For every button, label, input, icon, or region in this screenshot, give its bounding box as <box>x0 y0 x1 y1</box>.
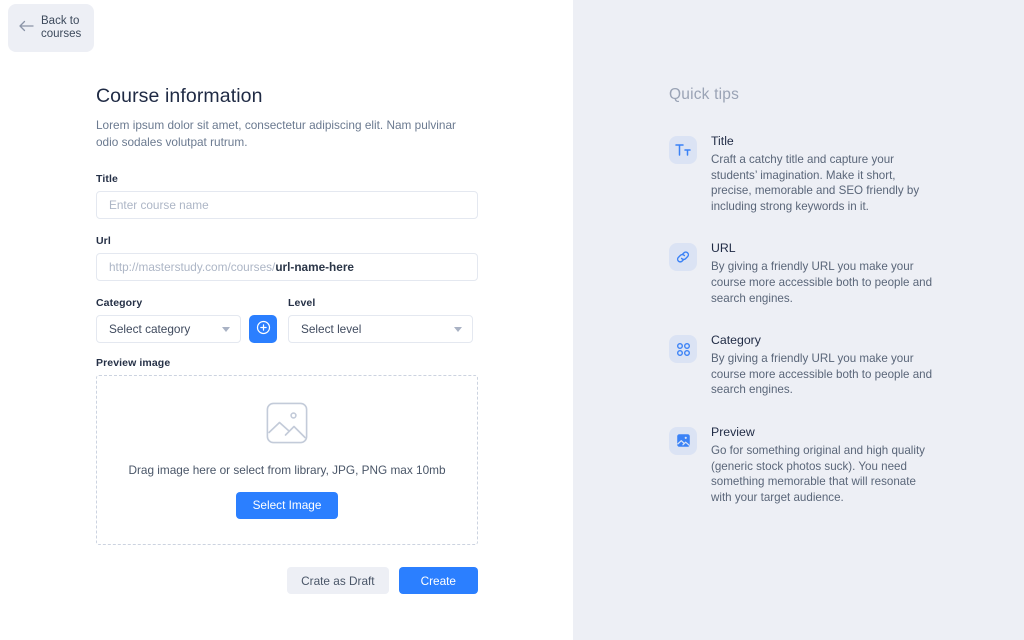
level-select-value: Select level <box>301 322 362 336</box>
quick-tips-list: Quick tips Title Craft a catchy title an… <box>669 86 939 532</box>
back-to-courses-label: Back to courses <box>41 15 82 40</box>
save-as-draft-button[interactable]: Crate as Draft <box>287 567 389 594</box>
text-format-icon <box>669 136 697 164</box>
level-field: Level Select level <box>288 297 473 343</box>
preview-image-label: Preview image <box>96 357 171 369</box>
preview-image-dropzone[interactable]: Drag image here or select from library, … <box>96 375 478 545</box>
tip-item-url: URL By giving a friendly URL you make yo… <box>669 241 939 306</box>
grid-dots-icon <box>669 335 697 364</box>
create-course-page: Back to courses Course information Lorem… <box>0 0 1024 640</box>
title-field-label: Title <box>96 173 118 185</box>
tip-preview-heading: Preview <box>711 424 755 439</box>
category-select[interactable]: Select category <box>96 315 241 343</box>
tip-url-heading: URL <box>711 241 736 256</box>
quick-tips-heading: Quick tips <box>669 86 740 103</box>
tip-title-text: Craft a catchy title and capture your st… <box>711 153 920 213</box>
page-description: Lorem ipsum dolor sit amet, consectetur … <box>96 118 456 149</box>
tip-category-text: By giving a friendly URL you make your c… <box>711 352 933 397</box>
link-icon <box>669 243 697 272</box>
chevron-down-icon <box>454 326 462 332</box>
tip-item-category: Category By giving a friendly URL you ma… <box>669 333 939 398</box>
page-title: Course information <box>96 85 263 107</box>
title-input[interactable] <box>96 191 478 219</box>
category-level-row: Category Select category Level Select le… <box>96 297 478 343</box>
select-image-button[interactable]: Select Image <box>235 491 339 519</box>
url-input[interactable]: http://masterstudy.com/courses/url-name-… <box>96 253 478 281</box>
course-information-form: Course information Lorem ipsum dolor sit… <box>96 85 478 594</box>
url-placeholder-slug: url-name-here <box>275 260 354 274</box>
url-placeholder-prefix: http://masterstudy.com/courses/ <box>109 260 276 274</box>
tip-item-preview: Preview Go for something original and hi… <box>669 425 939 505</box>
tip-item-title: Title Craft a catchy title and capture y… <box>669 134 939 214</box>
back-to-courses-button[interactable]: Back to courses <box>8 4 94 52</box>
chevron-down-icon <box>222 326 230 332</box>
url-field-label: Url <box>96 235 111 247</box>
arrow-left-icon <box>18 19 34 37</box>
create-button[interactable]: Create <box>398 567 478 594</box>
form-pane: Back to courses Course information Lorem… <box>0 0 573 640</box>
category-field: Category Select category <box>96 297 241 343</box>
tip-preview-text: Go for something original and high quali… <box>711 443 925 504</box>
add-category-button[interactable] <box>249 315 277 343</box>
quick-tips-pane: Quick tips Title Craft a catchy title an… <box>573 0 1024 640</box>
tip-url-text: By giving a friendly URL you make your c… <box>711 260 933 305</box>
plus-circle-icon <box>256 320 271 338</box>
tip-title-heading: Title <box>711 134 734 148</box>
category-select-value: Select category <box>109 322 191 336</box>
tip-category-heading: Category <box>711 333 761 348</box>
category-field-label: Category <box>96 297 143 309</box>
preview-image-hint: Drag image here or select from library, … <box>128 462 446 477</box>
image-icon <box>669 426 697 455</box>
form-actions: Crate as Draft Create <box>96 567 478 594</box>
level-field-label: Level <box>288 297 316 309</box>
level-select[interactable]: Select level <box>288 315 473 343</box>
image-placeholder-icon <box>266 402 308 449</box>
